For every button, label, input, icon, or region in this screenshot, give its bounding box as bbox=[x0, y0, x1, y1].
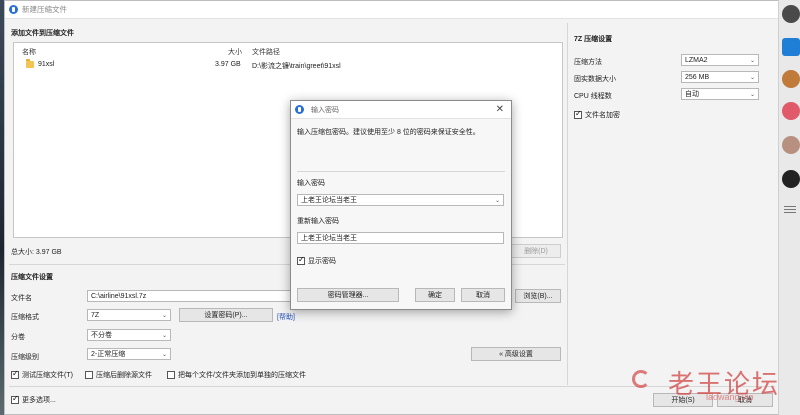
show-password-label: 显示密码 bbox=[308, 258, 336, 265]
format-value: 7Z bbox=[91, 311, 100, 319]
col-size[interactable]: 大小 bbox=[228, 47, 242, 57]
password-label: 输入密码 bbox=[297, 180, 325, 187]
settings-heading: 压缩文件设置 bbox=[11, 274, 53, 281]
dialog-hint: 输入压缩包密码。建议使用至少 8 位的密码来保证安全性。 bbox=[297, 129, 480, 136]
level-value: 2-正常压缩 bbox=[91, 351, 126, 358]
encrypt-names-label: 文件名加密 bbox=[585, 112, 620, 119]
test-archive-checkbox[interactable]: 测试压缩文件(T) bbox=[11, 369, 73, 380]
checkbox-checked-icon bbox=[11, 369, 19, 379]
dialog-cancel-button[interactable]: 取消 bbox=[461, 288, 505, 302]
total-size: 总大小: 3.97 GB bbox=[11, 249, 62, 256]
dict-value: 256 MB bbox=[685, 73, 710, 81]
split-value: 不分卷 bbox=[91, 332, 112, 339]
more-options-label: 更多选项... bbox=[22, 397, 56, 404]
avatar-icon[interactable] bbox=[782, 70, 800, 88]
ok-button[interactable]: 确定 bbox=[415, 288, 455, 302]
delete-after-label: 压缩后删除源文件 bbox=[96, 372, 152, 379]
files-heading: 添加文件到压缩文件 bbox=[11, 30, 74, 37]
footer-divider bbox=[9, 386, 775, 387]
checkbox-icon bbox=[167, 371, 175, 379]
watermark-logo-icon bbox=[632, 370, 650, 388]
method-value: LZMA2 bbox=[685, 56, 708, 64]
format-label: 压缩格式 bbox=[11, 314, 39, 321]
dialog-divider bbox=[297, 171, 505, 172]
dialog-title: 输入密码 bbox=[311, 106, 339, 114]
filename-label: 文件名 bbox=[11, 295, 32, 302]
chevron-down-icon: ⌄ bbox=[161, 352, 167, 358]
col-path[interactable]: 文件路径 bbox=[252, 47, 280, 57]
checkbox-icon bbox=[85, 371, 93, 379]
each-separate-label: 把每个文件/文件夹添加到单独的压缩文件 bbox=[178, 372, 306, 379]
more-options-checkbox[interactable]: 更多选项... bbox=[11, 394, 56, 405]
file-row-path[interactable]: D:\影流之镰\train\greet\91xsl bbox=[252, 61, 341, 71]
test-archive-label: 测试压缩文件(T) bbox=[22, 372, 73, 379]
checkbox-checked-icon bbox=[574, 109, 582, 119]
delete-button[interactable]: 删除(D) bbox=[511, 244, 561, 258]
chevron-down-icon: ⌄ bbox=[749, 75, 755, 81]
threads-label: CPU 线程数 bbox=[574, 93, 612, 100]
password-value: 上老王论坛当老王 bbox=[301, 197, 357, 204]
checkbox-checked-icon bbox=[297, 255, 305, 265]
close-icon[interactable]: ✕ bbox=[496, 104, 504, 115]
level-label: 压缩级别 bbox=[11, 354, 39, 361]
level-select[interactable]: 2-正常压缩 ⌄ bbox=[87, 348, 171, 360]
app-icon[interactable] bbox=[782, 38, 800, 56]
help-link[interactable]: [帮助] bbox=[277, 312, 295, 322]
set-password-button[interactable]: 设置密码(P)... bbox=[179, 308, 273, 322]
dict-label: 固实数据大小 bbox=[574, 76, 616, 83]
chevron-down-icon: ⌄ bbox=[749, 92, 755, 98]
confirm-label: 重新输入密码 bbox=[297, 218, 339, 225]
chevron-down-icon: ⌄ bbox=[749, 58, 755, 64]
password-manager-button[interactable]: 密码管理器... bbox=[297, 288, 399, 302]
password-input[interactable]: 上老王论坛当老王 ⌄ bbox=[297, 194, 504, 206]
chevron-down-icon: ⌄ bbox=[161, 333, 167, 339]
encrypt-names-checkbox[interactable]: 文件名加密 bbox=[574, 109, 620, 120]
desktop-right-strip bbox=[778, 0, 800, 415]
threads-value: 自动 bbox=[685, 91, 699, 98]
split-label: 分卷 bbox=[11, 334, 25, 341]
method-label: 压缩方法 bbox=[574, 59, 602, 66]
checkbox-checked-icon bbox=[11, 394, 19, 404]
avatar-icon[interactable] bbox=[782, 136, 800, 154]
delete-after-checkbox[interactable]: 压缩后删除源文件 bbox=[85, 370, 152, 380]
file-row-size[interactable]: 3.97 GB bbox=[215, 61, 241, 68]
dialog-titlebar: 输入密码 bbox=[291, 101, 511, 119]
filename-input[interactable]: C:\airline\91xsl.7z bbox=[87, 290, 292, 302]
each-separate-checkbox[interactable]: 把每个文件/文件夹添加到单独的压缩文件 bbox=[167, 370, 306, 380]
menu-icon[interactable] bbox=[784, 206, 796, 207]
chevron-down-icon: ⌄ bbox=[161, 313, 167, 319]
panel-divider bbox=[567, 23, 568, 385]
window-title: 新建压缩文件 bbox=[22, 5, 67, 14]
folder-icon bbox=[26, 59, 34, 68]
password-dialog: 输入密码 ✕ 输入压缩包密码。建议使用至少 8 位的密码来保证安全性。 输入密码… bbox=[290, 100, 512, 310]
avatar-icon[interactable] bbox=[782, 5, 800, 23]
app-icon bbox=[295, 105, 304, 114]
method-select[interactable]: LZMA2 ⌄ bbox=[681, 54, 759, 66]
window-titlebar: 新建压缩文件 bbox=[5, 1, 779, 19]
watermark-subtext: laowang.vip bbox=[706, 392, 754, 402]
dict-select[interactable]: 256 MB ⌄ bbox=[681, 71, 759, 83]
format-select[interactable]: 7Z ⌄ bbox=[87, 309, 171, 321]
file-row-name[interactable]: 91xsl bbox=[38, 61, 54, 68]
advanced-settings-button[interactable]: « 高级设置 bbox=[471, 347, 561, 361]
avatar-icon[interactable] bbox=[782, 170, 800, 188]
col-name[interactable]: 名称 bbox=[22, 47, 36, 57]
app-icon bbox=[9, 5, 18, 14]
browse-button[interactable]: 浏览(B)... bbox=[515, 289, 561, 303]
threads-select[interactable]: 自动 ⌄ bbox=[681, 88, 759, 100]
chevron-down-icon: ⌄ bbox=[494, 198, 500, 204]
show-password-checkbox[interactable]: 显示密码 bbox=[297, 255, 336, 266]
confirm-password-input[interactable]: 上老王论坛当老王 bbox=[297, 232, 504, 244]
sevenzip-heading: 7Z 压缩设置 bbox=[574, 36, 613, 43]
split-select[interactable]: 不分卷 ⌄ bbox=[87, 329, 171, 341]
heart-icon[interactable] bbox=[782, 102, 800, 120]
